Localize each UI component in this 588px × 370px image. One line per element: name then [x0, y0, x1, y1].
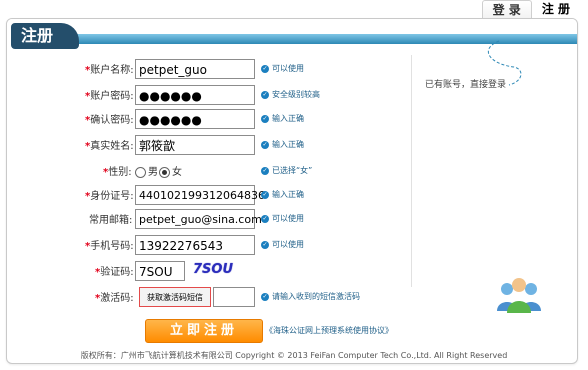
tab-register[interactable]: 注 册 — [531, 0, 580, 18]
username-hint: ✓ 可以使用 — [261, 64, 304, 73]
username-input[interactable]: petpet_guo — [135, 59, 255, 79]
gender-hint: ✓ 已选择“女” — [261, 166, 313, 175]
register-submit-button[interactable]: 立即注册 — [145, 319, 263, 343]
email-input[interactable]: petpet_guo@sina.com — [135, 209, 262, 229]
captcha-input[interactable]: 7SOU — [135, 261, 185, 281]
captcha-image[interactable]: 7SOU — [193, 261, 233, 279]
confirm-password-input[interactable]: ●●●●●● — [135, 109, 255, 129]
check-icon: ✓ — [261, 240, 269, 249]
check-icon: ✓ — [261, 166, 269, 175]
page-title: 注册 — [11, 23, 79, 49]
footer-copyright: 版权所有：广州市飞航计算机技术有限公司 Copyright © 2013 Fei… — [80, 351, 508, 360]
phone-input[interactable]: 13922276543 — [135, 235, 255, 255]
auth-tabs: 登 录 注 册 — [481, 0, 580, 19]
radio-female[interactable] — [159, 166, 170, 178]
check-icon: ✓ — [261, 214, 269, 223]
users-icon — [497, 278, 541, 313]
email-hint: ✓ 可以使用 — [261, 214, 304, 223]
top-bar: 登 录 注 册 — [0, 0, 588, 19]
agreement-link[interactable]: 《海珠公证网上预理系统使用协议》 — [265, 325, 393, 336]
email-label: 常用邮箱: — [89, 215, 133, 226]
check-icon: ✓ — [261, 114, 269, 123]
confirm-hint: ✓ 输入正确 — [261, 114, 304, 123]
register-panel: 注册 *账户名称: petpet_guo ✓ 可以使用 *账户密码: ●●●●●●… — [6, 18, 578, 364]
login-link[interactable]: 已有账号，直接登录 — [425, 77, 506, 90]
gender-label: *性别: — [103, 167, 132, 178]
password-hint: ✓ 安全级别较高 — [261, 90, 320, 99]
vertical-divider — [411, 55, 412, 287]
registration-page: 登 录 注 册 注册 *账户名称: petpet_guo ✓ 可以使用 *账户密码… — [0, 0, 588, 370]
gender-female-option[interactable]: 女 — [159, 163, 182, 178]
username-label: *账户名称: — [85, 65, 134, 76]
activation-label: *激活码: — [95, 293, 134, 304]
idcard-label: *身份证号: — [85, 191, 134, 202]
check-icon: ✓ — [261, 64, 269, 73]
realname-label: *真实姓名: — [85, 141, 134, 152]
captcha-label: *验证码: — [95, 267, 134, 278]
password-input[interactable]: ●●●●●● — [135, 85, 255, 105]
gender-male-option[interactable]: 男 — [135, 163, 158, 178]
idcard-hint: ✓ 输入正确 — [261, 190, 304, 199]
idcard-input[interactable]: 440102199312064836 — [135, 185, 265, 205]
check-icon: ✓ — [261, 292, 269, 301]
check-icon: ✓ — [261, 90, 269, 99]
activation-input[interactable] — [213, 287, 255, 307]
tab-login[interactable]: 登 录 — [481, 0, 532, 19]
phone-hint: ✓ 可以使用 — [261, 240, 304, 249]
check-icon: ✓ — [261, 190, 269, 199]
check-icon: ✓ — [261, 140, 269, 149]
realname-hint: ✓ 输入正确 — [261, 140, 304, 149]
radio-male[interactable] — [135, 166, 146, 178]
activation-hint: ✓ 请输入收到的短信激活码 — [261, 292, 360, 301]
realname-input[interactable]: 郭筱歆 — [135, 135, 255, 155]
get-sms-code-button[interactable]: 获取激活码短信 — [139, 287, 211, 307]
phone-label: *手机号码: — [85, 241, 134, 252]
confirm-label: *确认密码: — [85, 115, 134, 126]
password-label: *账户密码: — [85, 91, 134, 102]
